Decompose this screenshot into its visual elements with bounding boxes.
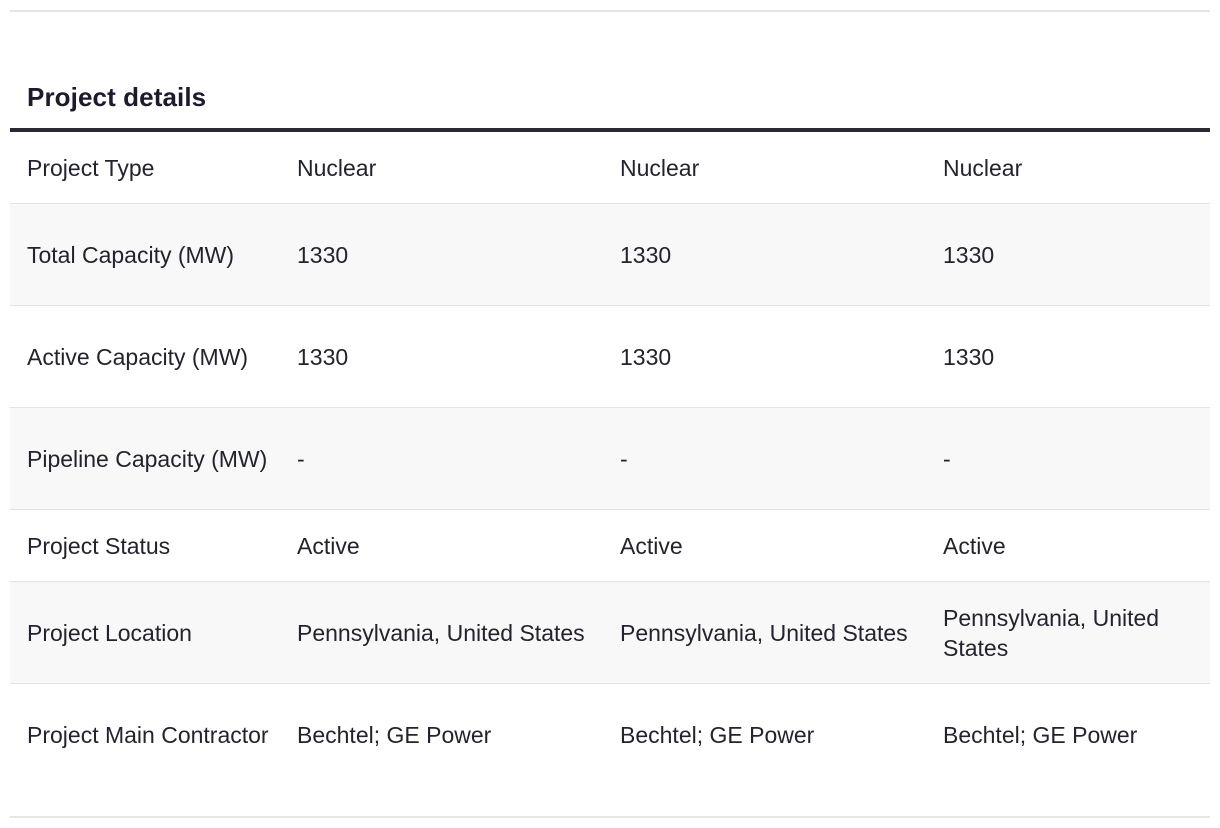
- row-value: Bechtel; GE Power: [297, 722, 492, 748]
- table-row-active-capacity: Active Capacity (MW) 1330 1330 1330: [10, 306, 1210, 408]
- table-row-project-location: Project Location Pennsylvania, United St…: [10, 582, 1210, 684]
- row-label: Project Main Contractor: [27, 722, 269, 748]
- bottom-divider: [10, 816, 1210, 818]
- row-value: Nuclear: [943, 154, 1023, 181]
- row-value: 1330: [620, 343, 672, 370]
- row-value: Pennsylvania, United States: [943, 604, 1160, 661]
- row-value: Active: [620, 532, 683, 559]
- row-value: Pennsylvania, United States: [620, 619, 908, 646]
- row-value: Active: [297, 532, 360, 559]
- row-value: 1330: [620, 241, 672, 268]
- row-value: 1330: [297, 343, 349, 370]
- row-value: Nuclear: [297, 154, 377, 181]
- row-label: Pipeline Capacity (MW): [27, 445, 268, 472]
- table-row-total-capacity: Total Capacity (MW) 1330 1330 1330: [10, 204, 1210, 306]
- table-row-project-type: Project Type Nuclear Nuclear Nuclear: [10, 132, 1210, 204]
- row-label: Total Capacity (MW): [27, 241, 235, 268]
- row-value: Pennsylvania, United States: [297, 619, 585, 646]
- section-title: Project details: [27, 82, 207, 112]
- row-value: Bechtel; GE Power: [943, 722, 1138, 748]
- row-label: Project Status: [27, 532, 171, 559]
- row-value: Bechtel; GE Power: [620, 722, 815, 748]
- table-row-pipeline-capacity: Pipeline Capacity (MW) - - -: [10, 408, 1210, 510]
- row-label: Active Capacity (MW): [27, 343, 249, 370]
- project-details-table: Project Type Nuclear Nuclear Nuclear Tot…: [10, 128, 1210, 786]
- table-row-main-contractor: Project Main Contractor Bechtel; GE Powe…: [10, 684, 1210, 786]
- row-value: -: [297, 445, 305, 472]
- row-value: 1330: [943, 241, 995, 268]
- row-value: 1330: [297, 241, 349, 268]
- row-value: Active: [943, 532, 1006, 559]
- row-label: Project Type: [27, 154, 155, 181]
- row-value: 1330: [943, 343, 995, 370]
- top-divider: [10, 10, 1210, 12]
- row-value: -: [943, 445, 951, 472]
- row-label: Project Location: [27, 619, 192, 646]
- row-value: Nuclear: [620, 154, 700, 181]
- row-value: -: [620, 445, 628, 472]
- table-row-project-status: Project Status Active Active Active: [10, 510, 1210, 582]
